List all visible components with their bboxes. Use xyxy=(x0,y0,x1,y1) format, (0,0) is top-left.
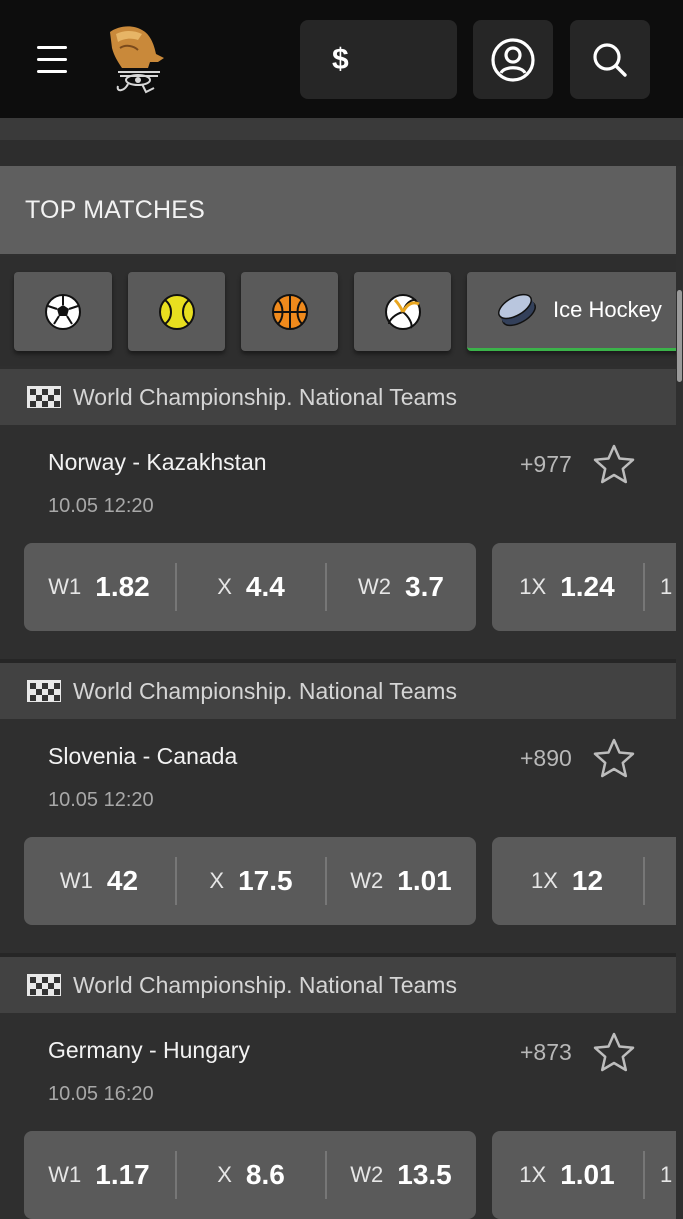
match-card[interactable]: Germany - Hungary 10.05 16:20 +873 W1 1.… xyxy=(0,1015,676,1219)
banner-strip xyxy=(0,118,683,140)
odds-label: X xyxy=(209,868,225,893)
currency-symbol: $ xyxy=(332,42,349,76)
league-flag-icon xyxy=(27,386,61,408)
favorite-star-icon[interactable] xyxy=(592,1031,636,1073)
league-name: World Championship. National Teams xyxy=(73,383,457,410)
odds-cell-12[interactable]: 1 xyxy=(660,543,676,631)
odds-label: 1 xyxy=(660,574,673,599)
odds-label: W1 xyxy=(48,1162,82,1187)
odds-value: 1.01 xyxy=(560,1159,615,1190)
odds-label: 1X xyxy=(519,1162,547,1187)
odds-cell-12[interactable]: 1 xyxy=(660,1131,676,1219)
sport-tab-volleyball[interactable] xyxy=(354,272,451,351)
odds-cell-w1[interactable]: W1 1.82 xyxy=(24,543,174,631)
football-icon xyxy=(45,293,81,330)
odds-cell-1x[interactable]: 1X 12 xyxy=(492,837,642,925)
odds-cell-x[interactable]: X 17.5 xyxy=(176,837,326,925)
odds-cell-w2[interactable]: W2 3.7 xyxy=(326,543,476,631)
odds-label: W1 xyxy=(48,574,82,599)
match-teams: Slovenia - Canada xyxy=(48,743,238,769)
balance-button[interactable]: $ xyxy=(300,20,457,99)
odds-value: 1.01 xyxy=(397,865,452,896)
logo[interactable] xyxy=(98,22,170,96)
odds-value: 3.7 xyxy=(405,571,444,602)
search-icon xyxy=(593,42,627,77)
odds-value: 8.6 xyxy=(245,1159,285,1190)
menu-icon[interactable] xyxy=(30,40,74,80)
match-card[interactable]: Norway - Kazakhstan 10.05 12:20 +977 W1 … xyxy=(0,427,676,659)
double-chance-odds-group: 1X 1.24 1 xyxy=(492,543,676,631)
match-time: 10.05 12:20 xyxy=(48,789,154,811)
more-markets-count[interactable]: +873 xyxy=(520,1039,572,1066)
volleyball-icon xyxy=(384,293,421,330)
league-flag-icon xyxy=(27,680,61,702)
tennis-icon xyxy=(158,293,195,330)
league-header[interactable]: World Championship. National Teams xyxy=(0,369,676,425)
ice-hockey-icon xyxy=(498,293,536,327)
top-header: $ xyxy=(0,0,683,118)
odds-divider xyxy=(643,563,645,611)
odds-cell-x[interactable]: X 4.4 xyxy=(176,543,326,631)
double-chance-odds-group: 1X 1.01 1 xyxy=(492,1131,676,1219)
double-chance-odds-group: 1X 12 xyxy=(492,837,676,925)
more-markets-count[interactable]: +890 xyxy=(520,745,572,772)
scrollbar[interactable] xyxy=(677,290,682,382)
odds-cell-w1[interactable]: W1 42 xyxy=(24,837,174,925)
section-title: TOP MATCHES xyxy=(25,195,206,224)
main-odds-group: W1 1.17 X 8.6 W2 13.5 xyxy=(24,1131,476,1219)
odds-value: 1.82 xyxy=(95,571,150,602)
sport-filter-row: Ice Hockey xyxy=(0,256,676,366)
odds-value: 42 xyxy=(106,865,139,896)
odds-cell-w1[interactable]: W1 1.17 xyxy=(24,1131,174,1219)
league-name: World Championship. National Teams xyxy=(73,971,457,998)
sport-tab-tennis[interactable] xyxy=(128,272,225,351)
odds-value: 17.5 xyxy=(238,865,293,896)
odds-divider xyxy=(643,1151,645,1199)
account-button[interactable] xyxy=(473,20,553,99)
league-header[interactable]: World Championship. National Teams xyxy=(0,957,676,1013)
favorite-star-icon[interactable] xyxy=(592,443,636,485)
league-flag-icon xyxy=(27,974,61,996)
banner-spacer xyxy=(0,140,683,166)
favorite-star-icon[interactable] xyxy=(592,737,636,779)
odds-cell-x[interactable]: X 8.6 xyxy=(176,1131,326,1219)
league-header[interactable]: World Championship. National Teams xyxy=(0,663,676,719)
odds-cell-w2[interactable]: W2 1.01 xyxy=(326,837,476,925)
odds-cell-1x[interactable]: 1X 1.24 xyxy=(492,543,642,631)
odds-label: W2 xyxy=(358,574,392,599)
odds-value: 4.4 xyxy=(245,571,285,602)
league-name: World Championship. National Teams xyxy=(73,677,457,704)
search-button[interactable] xyxy=(570,20,650,99)
odds-label: X xyxy=(217,574,232,599)
sport-tab-label: Ice Hockey xyxy=(553,297,662,322)
odds-label: 1X xyxy=(519,574,547,599)
odds-value: 13.5 xyxy=(397,1159,452,1190)
account-icon xyxy=(491,37,535,82)
odds-label: 1 xyxy=(660,1162,673,1187)
match-teams: Germany - Hungary xyxy=(48,1037,250,1063)
sport-tab-basketball[interactable] xyxy=(241,272,338,351)
odds-label: 1X xyxy=(530,868,558,893)
sport-tab-ice-hockey[interactable]: Ice Hockey xyxy=(467,272,676,351)
basketball-icon xyxy=(271,293,308,330)
match-time: 10.05 12:20 xyxy=(48,495,154,517)
odds-label: X xyxy=(217,1162,232,1187)
odds-divider xyxy=(643,857,645,905)
more-markets-count[interactable]: +977 xyxy=(520,451,572,478)
match-teams: Norway - Kazakhstan xyxy=(48,449,267,475)
odds-cell-w2[interactable]: W2 13.5 xyxy=(326,1131,476,1219)
odds-cell-1x[interactable]: 1X 1.01 xyxy=(492,1131,642,1219)
odds-value: 12 xyxy=(571,865,604,896)
odds-label: W2 xyxy=(350,868,384,893)
odds-value: 1.17 xyxy=(95,1159,150,1190)
main-odds-group: W1 42 X 17.5 W2 1.01 xyxy=(24,837,476,925)
odds-label: W1 xyxy=(59,868,93,893)
match-card[interactable]: Slovenia - Canada 10.05 12:20 +890 W1 42… xyxy=(0,721,676,953)
top-matches-header: TOP MATCHES xyxy=(0,166,676,254)
match-time: 10.05 16:20 xyxy=(48,1083,154,1105)
odds-label: W2 xyxy=(350,1162,384,1187)
sport-tab-football[interactable] xyxy=(14,272,112,351)
main-odds-group: W1 1.82 X 4.4 W2 3.7 xyxy=(24,543,476,631)
odds-value: 1.24 xyxy=(560,571,615,602)
